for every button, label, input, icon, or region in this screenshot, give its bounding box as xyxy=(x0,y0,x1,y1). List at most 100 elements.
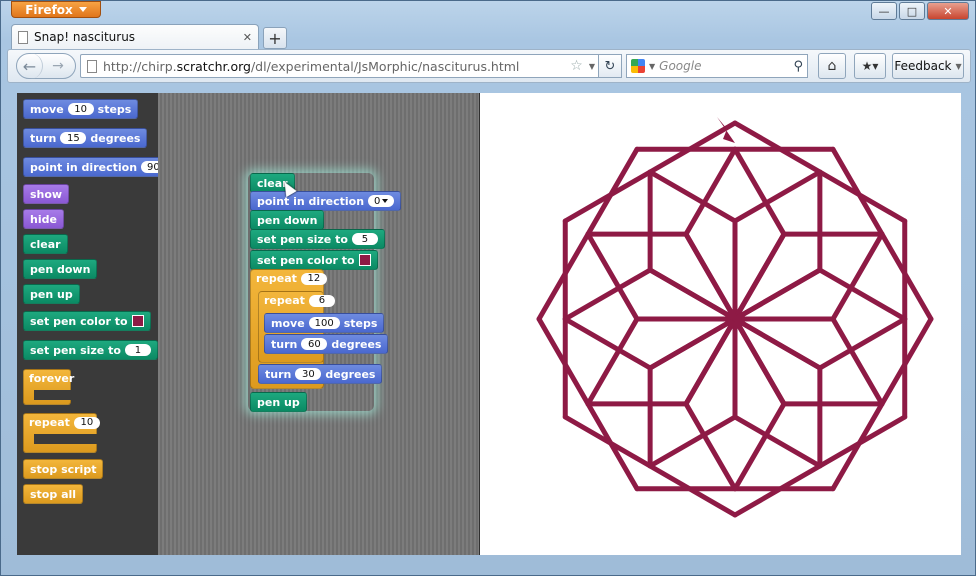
pen-segment xyxy=(732,414,823,469)
chevron-down-icon: ▼ xyxy=(955,61,962,71)
script-turn-inner-block[interactable]: turn 60 degrees xyxy=(264,334,389,354)
block-slot[interactable]: 6 xyxy=(308,294,335,307)
stage[interactable] xyxy=(480,93,961,555)
block-label: forever xyxy=(29,372,75,385)
palette-turn-block[interactable]: turn 15 degrees xyxy=(23,128,148,148)
script-point-direction-block[interactable]: point in direction 0 xyxy=(250,191,402,211)
block-label: hide xyxy=(30,212,57,226)
browser-window: Firefox — □ ✕ Snap! nasciturus ✕ + ← → h… xyxy=(0,0,976,576)
block-slot[interactable]: 12 xyxy=(300,272,327,285)
script-turn-outer-block[interactable]: turn 30 degrees xyxy=(258,364,383,384)
search-engine-dropdown-icon[interactable]: ▼ xyxy=(649,62,655,71)
block-label: pen up xyxy=(257,395,300,409)
pen-segment xyxy=(830,146,885,237)
block-label: pen down xyxy=(30,262,91,276)
block-slot[interactable]: 10 xyxy=(73,416,100,429)
block-label: turn xyxy=(271,337,298,351)
block-palette[interactable]: move 10 steps turn 15 degrees point in d… xyxy=(17,93,181,555)
scripts-area[interactable]: clear point in direction 0 pen down set … xyxy=(158,93,479,555)
palette-pen-down-block[interactable]: pen down xyxy=(23,259,98,279)
minimize-button[interactable]: — xyxy=(871,2,897,20)
direction-dropdown[interactable]: 0 xyxy=(368,195,395,207)
url-history-dropdown-icon[interactable]: ▼ xyxy=(589,62,595,71)
pen-segment xyxy=(585,316,640,407)
pen-segment xyxy=(585,146,640,237)
color-swatch[interactable] xyxy=(358,254,371,266)
block-suffix: steps xyxy=(343,316,378,330)
block-label: stop script xyxy=(30,462,97,476)
back-arrow-icon[interactable]: ← xyxy=(17,53,43,79)
pen-segment xyxy=(732,401,787,492)
block-label: set pen color to xyxy=(257,253,355,267)
pen-segment xyxy=(830,316,885,407)
back-forward-group: ← → xyxy=(16,53,76,79)
tab-snap-nasciturus[interactable]: Snap! nasciturus ✕ xyxy=(11,24,259,49)
block-suffix: degrees xyxy=(90,131,141,145)
feedback-button[interactable]: Feedback ▼ xyxy=(892,53,964,79)
palette-set-pen-color-block[interactable]: set pen color to xyxy=(23,311,151,331)
script-move-block[interactable]: move 100 steps xyxy=(264,313,385,333)
block-label: pen down xyxy=(257,213,318,227)
block-label: point in direction xyxy=(30,160,138,174)
google-icon[interactable] xyxy=(631,59,645,73)
pen-segment xyxy=(647,414,738,469)
block-slot[interactable]: 60 xyxy=(301,338,328,350)
block-label: show xyxy=(30,187,63,201)
palette-stop-all-block[interactable]: stop all xyxy=(23,484,84,504)
palette-repeat-block[interactable]: repeat 10 xyxy=(23,413,100,453)
block-label: repeat xyxy=(29,416,70,429)
script-set-pen-size-block[interactable]: set pen size to 5 xyxy=(250,229,385,249)
color-swatch[interactable] xyxy=(131,315,144,327)
block-label: turn xyxy=(30,131,57,145)
script-pen-down-block[interactable]: pen down xyxy=(250,210,325,230)
url-text[interactable]: http://chirp.scratchr.org/dl/experimenta… xyxy=(103,59,564,74)
window-controls: — □ ✕ xyxy=(871,2,969,20)
script-set-pen-color-block[interactable]: set pen color to xyxy=(250,250,378,270)
palette-hide-block[interactable]: hide xyxy=(23,209,64,229)
block-slot[interactable]: 100 xyxy=(308,317,340,329)
block-label: set pen size to xyxy=(30,343,121,357)
pen-segment xyxy=(683,146,738,237)
palette-pen-up-block[interactable]: pen up xyxy=(23,284,80,304)
block-slot[interactable]: 10 xyxy=(67,103,94,115)
close-window-button[interactable]: ✕ xyxy=(927,2,969,20)
page-icon xyxy=(87,59,97,73)
palette-set-pen-size-block[interactable]: set pen size to 1 xyxy=(23,340,158,360)
home-icon[interactable]: ⌂ xyxy=(818,53,846,79)
url-bar[interactable]: http://chirp.scratchr.org/dl/experimenta… xyxy=(80,54,602,78)
block-slot[interactable]: 15 xyxy=(60,132,87,144)
block-label: point in direction xyxy=(257,194,365,208)
c-block-mouth xyxy=(34,390,74,400)
stage-drawing xyxy=(536,117,934,518)
block-label: set pen color to xyxy=(30,314,128,328)
block-slot[interactable]: 30 xyxy=(295,368,322,380)
url-prefix: http://chirp. xyxy=(103,58,177,74)
search-bar[interactable]: ▼ Google ⚲ xyxy=(626,54,808,78)
palette-clear-block[interactable]: clear xyxy=(23,234,68,254)
pen-segment xyxy=(817,267,908,322)
tab-close-icon[interactable]: ✕ xyxy=(243,31,252,44)
palette-stop-script-block[interactable]: stop script xyxy=(23,459,104,479)
bookmark-star-icon[interactable]: ☆ xyxy=(570,58,583,74)
maximize-button[interactable]: □ xyxy=(899,2,925,20)
firefox-menu-button[interactable]: Firefox xyxy=(11,1,101,18)
block-slot[interactable]: 5 xyxy=(351,233,378,245)
block-slot[interactable]: 1 xyxy=(124,344,151,356)
block-label: turn xyxy=(265,367,292,381)
firefox-menu-label: Firefox xyxy=(25,2,73,17)
palette-show-block[interactable]: show xyxy=(23,184,70,204)
new-tab-button[interactable]: + xyxy=(263,27,287,49)
tab-bar: Snap! nasciturus ✕ + xyxy=(11,23,287,49)
script-pen-up-block[interactable]: pen up xyxy=(250,392,307,412)
repeat-header: repeat 12 xyxy=(256,272,327,285)
palette-forever-block[interactable]: forever xyxy=(23,369,75,405)
reload-icon[interactable]: ↻ xyxy=(598,54,622,78)
bookmarks-menu-button[interactable]: ★▾ xyxy=(854,53,886,79)
forward-arrow-icon[interactable]: → xyxy=(43,58,73,74)
pen-segment xyxy=(683,401,738,492)
palette-move-block[interactable]: move 10 steps xyxy=(23,99,139,119)
block-suffix: steps xyxy=(97,102,132,116)
pen-segment xyxy=(732,169,823,224)
block-label: stop all xyxy=(30,487,77,501)
magnifier-icon[interactable]: ⚲ xyxy=(793,59,803,74)
